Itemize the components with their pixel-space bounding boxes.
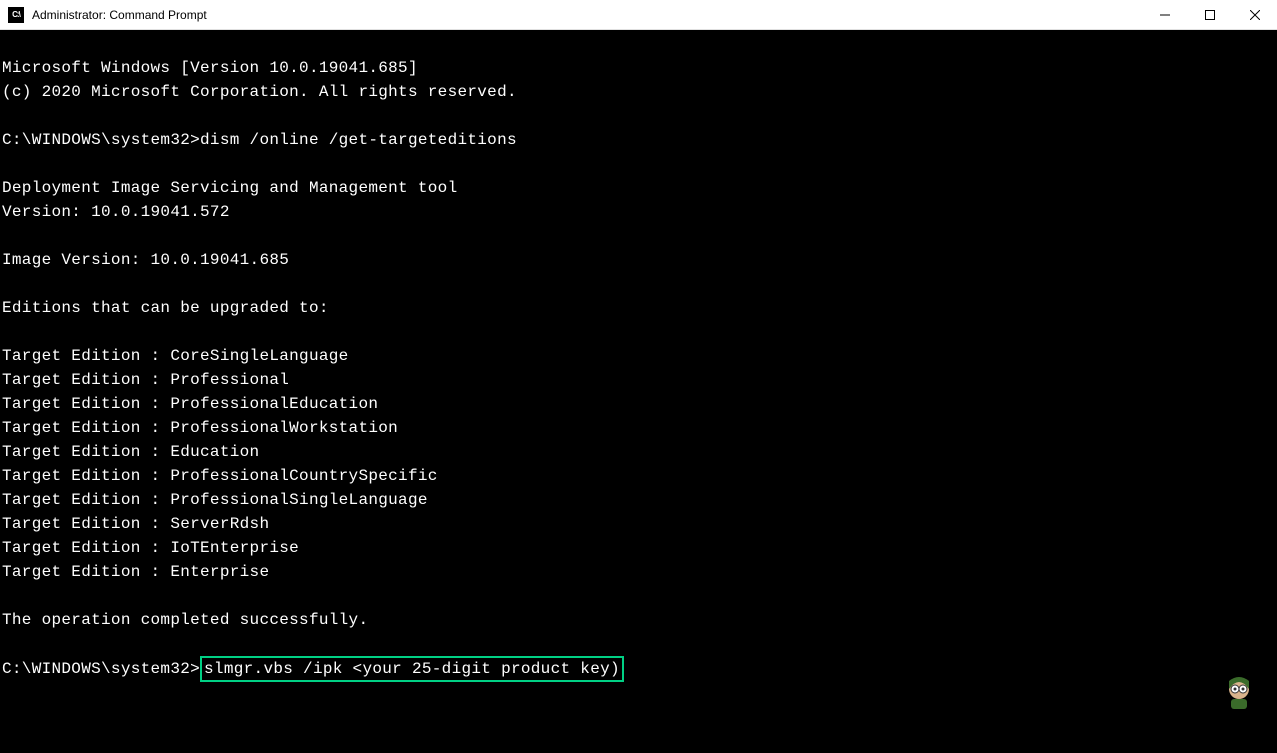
terminal-line: Target Edition : Education bbox=[2, 443, 259, 461]
terminal-line: Target Edition : Enterprise bbox=[2, 563, 269, 581]
prompt-command: dism /online /get-targeteditions bbox=[200, 131, 517, 149]
terminal-line: Editions that can be upgraded to: bbox=[2, 299, 329, 317]
titlebar-left: C:\ Administrator: Command Prompt bbox=[0, 7, 207, 23]
terminal-line: Image Version: 10.0.19041.685 bbox=[2, 251, 289, 269]
minimize-button[interactable] bbox=[1142, 0, 1187, 30]
cmd-icon: C:\ bbox=[8, 7, 24, 23]
terminal-line: Version: 10.0.19041.572 bbox=[2, 203, 230, 221]
maximize-icon bbox=[1205, 10, 1215, 20]
terminal-line: Target Edition : ProfessionalSingleLangu… bbox=[2, 491, 428, 509]
titlebar: C:\ Administrator: Command Prompt bbox=[0, 0, 1277, 30]
window-controls bbox=[1142, 0, 1277, 30]
avatar-icon bbox=[1219, 671, 1259, 711]
terminal-line: Target Edition : ServerRdsh bbox=[2, 515, 269, 533]
highlighted-command: slmgr.vbs /ipk <your 25-digit product ke… bbox=[200, 656, 624, 682]
terminal-line: The operation completed successfully. bbox=[2, 611, 368, 629]
terminal-line: Target Edition : Professional bbox=[2, 371, 289, 389]
terminal-line: Target Edition : ProfessionalEducation bbox=[2, 395, 378, 413]
terminal-line: Target Edition : CoreSingleLanguage bbox=[2, 347, 349, 365]
terminal-area[interactable]: Microsoft Windows [Version 10.0.19041.68… bbox=[0, 30, 1277, 682]
terminal-line: Target Edition : ProfessionalCountrySpec… bbox=[2, 467, 438, 485]
window-title: Administrator: Command Prompt bbox=[32, 8, 207, 22]
maximize-button[interactable] bbox=[1187, 0, 1232, 30]
prompt-path: C:\WINDOWS\system32> bbox=[2, 131, 200, 149]
close-icon bbox=[1250, 10, 1260, 20]
prompt-path: C:\WINDOWS\system32> bbox=[2, 660, 200, 678]
terminal-line: Target Edition : ProfessionalWorkstation bbox=[2, 419, 398, 437]
terminal-line: (c) 2020 Microsoft Corporation. All righ… bbox=[2, 83, 517, 101]
minimize-icon bbox=[1160, 10, 1170, 20]
terminal-line: Target Edition : IoTEnterprise bbox=[2, 539, 299, 557]
close-button[interactable] bbox=[1232, 0, 1277, 30]
terminal-line: Deployment Image Servicing and Managemen… bbox=[2, 179, 457, 197]
terminal-line: Microsoft Windows [Version 10.0.19041.68… bbox=[2, 59, 418, 77]
